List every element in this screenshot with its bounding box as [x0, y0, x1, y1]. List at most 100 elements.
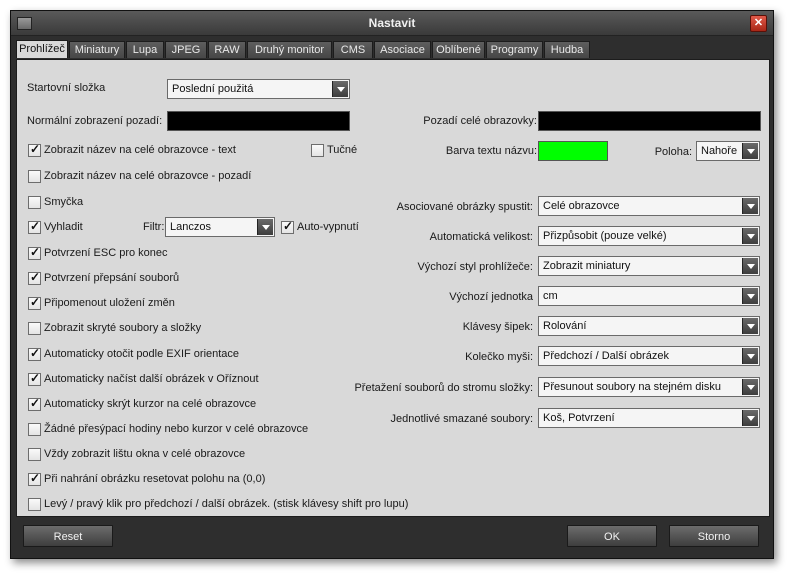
- chevron-down-icon[interactable]: [742, 410, 758, 426]
- esc-confirm-checkbox[interactable]: ✓: [28, 245, 41, 260]
- bold-label: Tučné: [327, 144, 358, 156]
- click-nav-checkbox[interactable]: [28, 498, 41, 511]
- associated-open-select[interactable]: Celé obrazovce: [538, 196, 760, 216]
- chevron-down-icon[interactable]: [742, 318, 758, 334]
- show-hidden-checkbox[interactable]: [28, 322, 41, 335]
- show-hidden-label: Zobrazit skryté soubory a složky: [44, 322, 202, 334]
- viewer-style-value: Zobrazit miniatury: [543, 260, 631, 272]
- drag-to-tree-select[interactable]: Přesunout soubory na stejném disku: [538, 377, 760, 397]
- hide-cursor-label: Automaticky skrýt kurzor na celé obrazov…: [44, 398, 257, 410]
- tab-druhy-monitor[interactable]: Druhý monitor: [247, 41, 332, 58]
- mouse-wheel-select[interactable]: Předchozí / Další obrázek: [538, 346, 760, 366]
- window-title: Nastavit: [368, 16, 416, 30]
- tab-cms[interactable]: CMS: [333, 41, 373, 58]
- associated-open-value: Celé obrazovce: [543, 200, 620, 212]
- no-hourglass-checkbox[interactable]: [28, 423, 41, 436]
- default-unit-select[interactable]: cm: [538, 286, 760, 306]
- chevron-down-icon[interactable]: [742, 288, 758, 304]
- drag-to-tree-label: Přetažení souborů do stromu složky:: [354, 382, 533, 394]
- chevron-down-icon[interactable]: [742, 348, 758, 364]
- position-value: Nahoře: [701, 145, 738, 157]
- arrow-keys-select[interactable]: Rolování: [538, 316, 760, 336]
- show-name-bg-label: Zobrazit název na celé obrazovce - pozad…: [44, 170, 252, 182]
- chevron-down-icon[interactable]: [257, 219, 273, 235]
- always-taskbar-checkbox[interactable]: [28, 448, 41, 461]
- fullscreen-bg-color-swatch[interactable]: [538, 111, 761, 131]
- auto-size-value: Přizpůsobit (pouze velké): [543, 230, 667, 242]
- start-folder-select[interactable]: Poslední použitá: [167, 79, 350, 99]
- loop-checkbox[interactable]: [28, 196, 41, 209]
- smooth-label: Vyhladit: [44, 221, 83, 233]
- reset-button[interactable]: Reset: [23, 525, 113, 547]
- title-bar[interactable]: Nastavit ✕: [11, 11, 773, 36]
- reset-position-label: Při nahrání obrázku resetovat polohu na …: [44, 473, 266, 485]
- show-name-bg-checkbox[interactable]: [28, 170, 41, 183]
- deleted-files-label: Jednotlivé smazané soubory:: [390, 413, 533, 425]
- reset-position-checkbox[interactable]: ✓: [28, 471, 41, 486]
- tab-jpeg[interactable]: JPEG: [165, 41, 207, 58]
- chevron-down-icon[interactable]: [742, 228, 758, 244]
- mouse-wheel-label: Kolečko myši:: [465, 351, 533, 363]
- start-folder-value: Poslední použitá: [172, 83, 254, 95]
- show-name-text-checkbox[interactable]: ✓: [28, 142, 41, 157]
- normal-bg-label: Normální zobrazení pozadí:: [27, 115, 163, 127]
- tab-panel-prohlizec: Startovní složka Poslední použitá Normál…: [16, 59, 770, 517]
- loop-label: Smyčka: [44, 196, 84, 208]
- tab-oblibene[interactable]: Oblíbené: [432, 41, 485, 58]
- viewer-style-select[interactable]: Zobrazit miniatury: [538, 256, 760, 276]
- tab-miniatury[interactable]: Miniatury: [69, 41, 125, 58]
- overwrite-confirm-checkbox[interactable]: ✓: [28, 270, 41, 285]
- position-label: Poloha:: [654, 146, 692, 158]
- overwrite-confirm-label: Potvrzení přepsání souborů: [44, 272, 180, 284]
- click-nav-label: Levý / pravý klik pro předchozí / další …: [44, 498, 409, 510]
- load-next-checkbox[interactable]: ✓: [28, 371, 41, 386]
- start-folder-label: Startovní složka: [27, 82, 106, 94]
- no-hourglass-label: Žádné přesýpací hodiny nebo kurzor v cel…: [44, 423, 309, 435]
- associated-open-label: Asociované obrázky spustit:: [396, 201, 533, 213]
- auto-size-label: Automatická velikost:: [429, 231, 533, 243]
- chevron-down-icon[interactable]: [332, 81, 348, 97]
- filter-value: Lanczos: [170, 221, 211, 233]
- always-taskbar-label: Vždy zobrazit lištu okna v celé obrazovc…: [44, 448, 246, 460]
- ok-button[interactable]: OK: [567, 525, 657, 547]
- load-next-label: Automaticky načíst další obrázek v Ořízn…: [44, 373, 259, 385]
- filter-select[interactable]: Lanczos: [165, 217, 275, 237]
- tab-lupa[interactable]: Lupa: [126, 41, 164, 58]
- viewer-style-label: Výchozí styl prohlížeče:: [417, 261, 533, 273]
- filter-label: Filtr:: [143, 221, 165, 233]
- deleted-files-value: Koš, Potvrzení: [543, 412, 615, 424]
- chevron-down-icon[interactable]: [742, 198, 758, 214]
- auto-off-checkbox[interactable]: ✓: [281, 219, 294, 234]
- position-select[interactable]: Nahoře: [696, 141, 760, 161]
- tab-prohlizec[interactable]: Prohlížeč: [16, 40, 68, 58]
- chevron-down-icon[interactable]: [742, 143, 758, 159]
- title-text-color-label: Barva textu názvu:: [445, 145, 537, 157]
- smooth-checkbox[interactable]: ✓: [28, 219, 41, 234]
- deleted-files-select[interactable]: Koš, Potvrzení: [538, 408, 760, 428]
- drag-to-tree-value: Přesunout soubory na stejném disku: [543, 381, 721, 393]
- tab-programy[interactable]: Programy: [486, 41, 543, 58]
- tab-asociace[interactable]: Asociace: [374, 41, 431, 58]
- fullscreen-bg-label: Pozadí celé obrazovky:: [423, 115, 537, 127]
- normal-bg-color-swatch[interactable]: [167, 111, 350, 131]
- arrow-keys-label: Klávesy šipek:: [462, 321, 533, 333]
- arrow-keys-value: Rolování: [543, 320, 587, 332]
- cancel-button[interactable]: Storno: [669, 525, 759, 547]
- settings-window: Nastavit ✕ Prohlížeč Miniatury Lupa JPEG…: [10, 10, 774, 559]
- chevron-down-icon[interactable]: [742, 379, 758, 395]
- close-icon[interactable]: ✕: [750, 15, 767, 32]
- hide-cursor-checkbox[interactable]: ✓: [28, 396, 41, 411]
- default-unit-label: Výchozí jednotka: [449, 291, 533, 303]
- tab-raw[interactable]: RAW: [208, 41, 246, 58]
- remind-save-checkbox[interactable]: ✓: [28, 295, 41, 310]
- chevron-down-icon[interactable]: [742, 258, 758, 274]
- exif-rotate-checkbox[interactable]: ✓: [28, 346, 41, 361]
- esc-confirm-label: Potvrzení ESC pro konec: [44, 247, 168, 259]
- remind-save-label: Připomenout uložení změn: [44, 297, 175, 309]
- title-text-color-swatch[interactable]: [538, 141, 608, 161]
- show-name-text-label: Zobrazit název na celé obrazovce - text: [44, 144, 236, 156]
- auto-size-select[interactable]: Přizpůsobit (pouze velké): [538, 226, 760, 246]
- tab-hudba[interactable]: Hudba: [544, 41, 590, 58]
- bold-checkbox[interactable]: [311, 144, 324, 157]
- exif-rotate-label: Automaticky otočit podle EXIF orientace: [44, 348, 240, 360]
